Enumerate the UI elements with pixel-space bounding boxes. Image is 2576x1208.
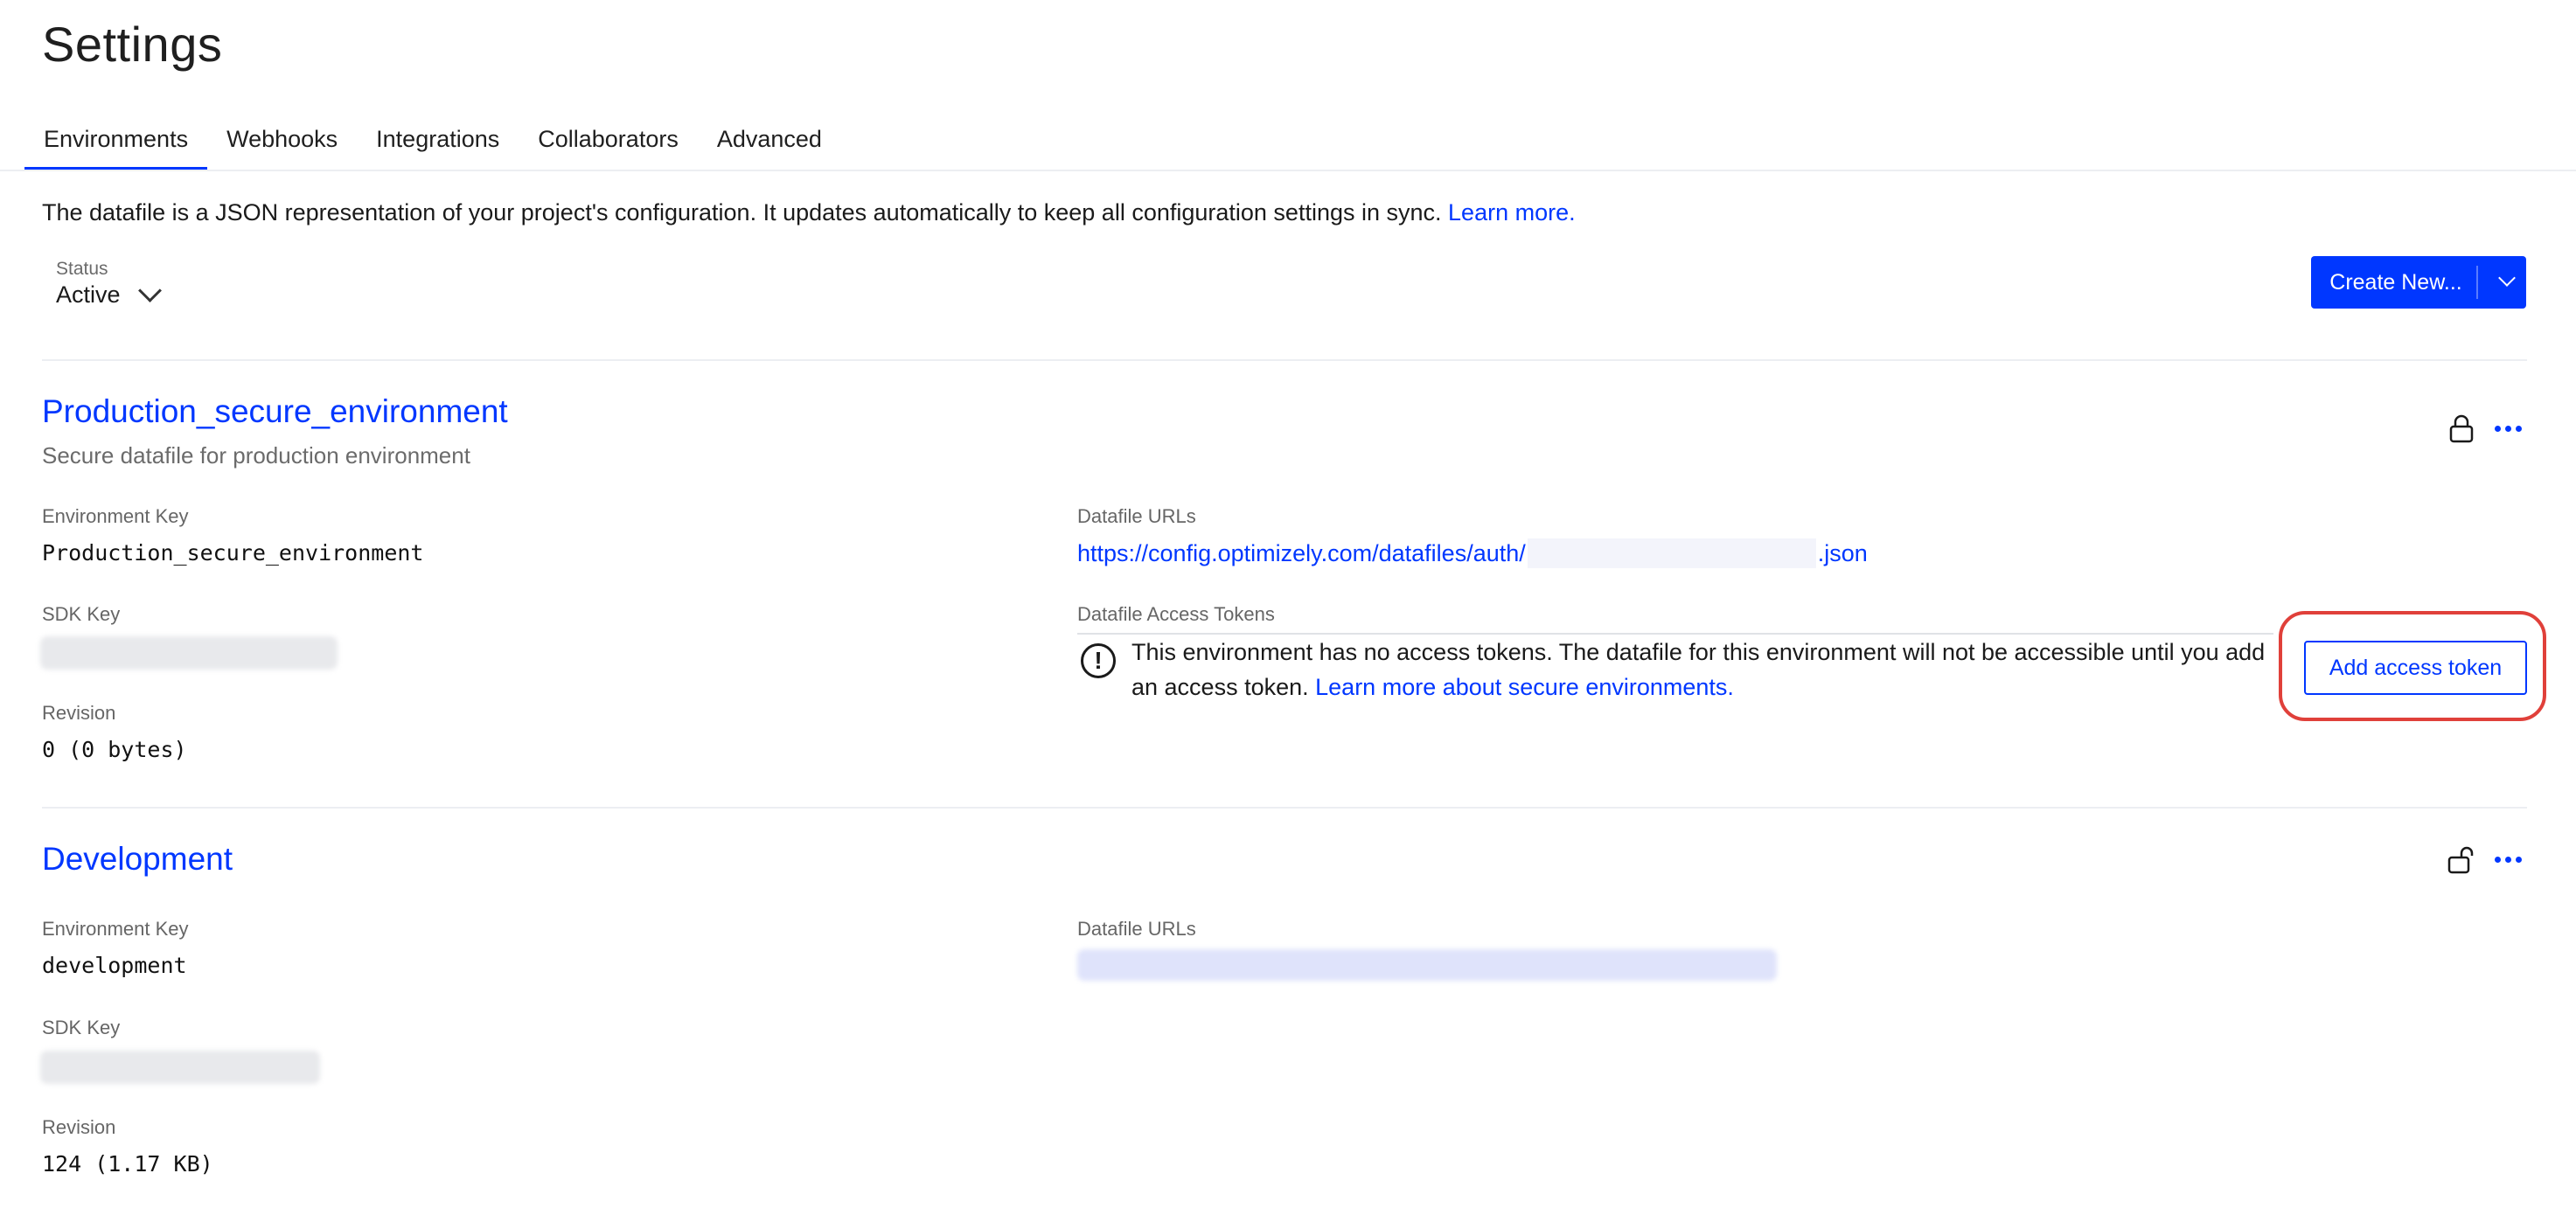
datafile-url-redacted[interactable] [1077, 949, 1777, 981]
page-title: Settings [42, 17, 223, 72]
lock-open-icon[interactable] [2444, 842, 2479, 877]
datafile-urls-label: Datafile URLs [1077, 918, 1196, 940]
more-horizontal-icon[interactable] [2490, 842, 2525, 877]
tab-environments[interactable]: Environments [24, 114, 208, 171]
create-new-button[interactable]: Create New... [2311, 256, 2526, 309]
environment-key-label: Environment Key [42, 918, 189, 940]
tab-integrations[interactable]: Integrations [357, 114, 519, 171]
environment-description: Secure datafile for production environme… [42, 442, 470, 469]
create-new-label: Create New... [2329, 269, 2462, 295]
tab-collaborators[interactable]: Collaborators [519, 114, 698, 171]
access-tokens-label: Datafile Access Tokens [1077, 603, 1275, 625]
datafile-urls-label: Datafile URLs [1077, 505, 1196, 527]
revision-label: Revision [42, 1116, 116, 1138]
datafile-url-prefix: https://config.optimizely.com/datafiles/… [1077, 539, 1526, 566]
tab-advanced[interactable]: Advanced [698, 114, 841, 171]
no-tokens-warning: This environment has no access tokens. T… [1131, 635, 2268, 705]
sdk-key-label: SDK Key [42, 603, 121, 625]
status-filter-label: Status [56, 259, 108, 279]
revision-value: 124 (1.17 KB) [42, 1151, 213, 1177]
datafile-url-redacted [1527, 538, 1816, 568]
datafile-intro: The datafile is a JSON representation of… [42, 199, 1576, 226]
tab-bar: Environments Webhooks Integrations Colla… [24, 114, 841, 173]
tab-bar-divider [0, 170, 2576, 171]
revision-value: 0 (0 bytes) [42, 737, 187, 762]
intro-text: The datafile is a JSON representation of… [42, 199, 1442, 226]
section-divider [42, 807, 2527, 809]
environment-key-value: development [42, 953, 187, 978]
button-separator [2475, 266, 2478, 299]
lock-closed-icon[interactable] [2444, 411, 2479, 446]
highlight-annotation [2279, 611, 2546, 721]
more-horizontal-icon[interactable] [2490, 411, 2525, 446]
status-filter-dropdown[interactable]: Active [56, 279, 162, 309]
datafile-url-suffix: .json [1817, 539, 1868, 566]
environment-title-development[interactable]: Development [42, 841, 233, 878]
chevron-down-icon [137, 279, 162, 302]
exclamation-circle-icon: ! [1081, 643, 1116, 678]
chevron-down-icon [2497, 269, 2516, 287]
sdk-key-redacted [40, 636, 338, 670]
datafile-url[interactable]: https://config.optimizely.com/datafiles/… [1077, 538, 1868, 568]
environment-key-label: Environment Key [42, 505, 189, 527]
environment-key-value: Production_secure_environment [42, 540, 424, 566]
status-filter-value: Active [56, 281, 121, 308]
learn-more-link[interactable]: Learn more. [1448, 199, 1576, 226]
revision-label: Revision [42, 702, 116, 724]
section-divider [42, 359, 2527, 361]
environment-title-production[interactable]: Production_secure_environment [42, 393, 508, 430]
secure-environments-link[interactable]: Learn more about secure environments. [1315, 674, 1734, 700]
sdk-key-label: SDK Key [42, 1017, 121, 1038]
tab-webhooks[interactable]: Webhooks [207, 114, 357, 171]
sdk-key-redacted [40, 1051, 320, 1084]
